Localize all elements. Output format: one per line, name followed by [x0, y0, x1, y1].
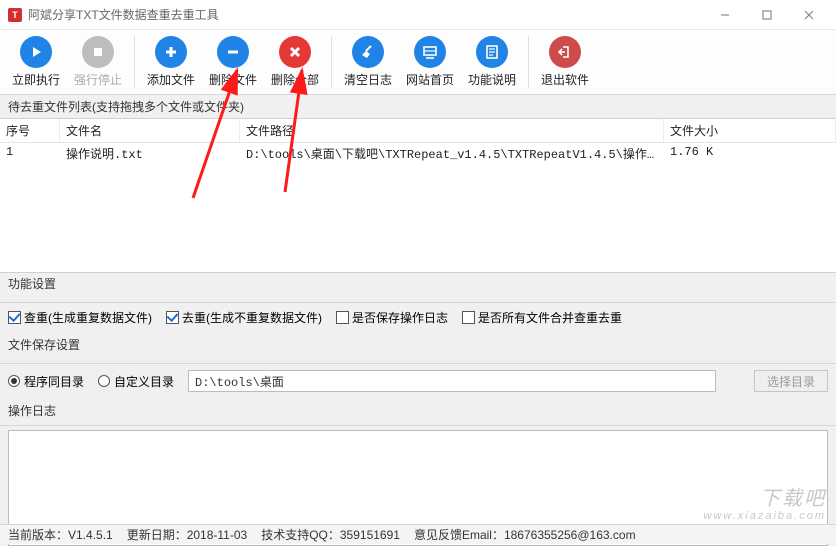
document-icon [476, 36, 508, 68]
radio-icon [98, 375, 110, 387]
toolbar-separator [528, 36, 529, 88]
exit-icon [549, 36, 581, 68]
homepage-label: 网站首页 [406, 71, 454, 88]
stop-icon [82, 36, 114, 68]
exit-button[interactable]: 退出软件 [535, 34, 595, 90]
add-label: 添加文件 [147, 71, 195, 88]
log-group: 操作日志 [0, 398, 836, 425]
window-title: 阿斌分享TXT文件数据查重去重工具 [28, 6, 704, 23]
file-list-header: 序号 文件名 文件路径 文件大小 [0, 119, 836, 143]
statusbar: 当前版本：V1.4.5.1 更新日期：2018-11-03 技术支持QQ：359… [0, 524, 836, 544]
run-button[interactable]: 立即执行 [6, 34, 66, 90]
checkbox-label: 查重(生成重复数据文件) [24, 309, 152, 326]
save-settings-title: 文件保存设置 [8, 336, 828, 353]
cell-path: D:\tools\桌面\下载吧\TXTRepeat_v1.4.5\TXTRepe… [240, 143, 664, 164]
radio-icon [8, 375, 20, 387]
toolbar-separator [134, 36, 135, 88]
status-email: 意见反馈Email：18676355256@163.com [414, 526, 636, 543]
window-controls [704, 0, 830, 30]
cross-icon [279, 36, 311, 68]
col-header-index[interactable]: 序号 [0, 119, 60, 142]
radio-custom-dir[interactable]: 自定义目录 [98, 373, 174, 390]
status-version: 当前版本：V1.4.5.1 [8, 526, 113, 543]
broom-icon [352, 36, 384, 68]
plus-icon [155, 36, 187, 68]
checkbox-duplicate[interactable]: 查重(生成重复数据文件) [8, 309, 152, 326]
checkbox-icon [336, 311, 349, 324]
remove-file-button[interactable]: 删除文件 [203, 34, 263, 90]
play-icon [20, 36, 52, 68]
cell-index: 1 [0, 143, 60, 164]
maximize-button[interactable] [746, 0, 788, 30]
run-label: 立即执行 [12, 71, 60, 88]
checkbox-label: 是否保存操作日志 [352, 309, 448, 326]
function-settings-row: 查重(生成重复数据文件) 去重(生成不重复数据文件) 是否保存操作日志 是否所有… [0, 303, 836, 332]
col-header-size[interactable]: 文件大小 [664, 119, 836, 142]
status-qq: 技术支持QQ：359151691 [261, 526, 400, 543]
add-file-button[interactable]: 添加文件 [141, 34, 201, 90]
clear-log-label: 清空日志 [344, 71, 392, 88]
save-settings-row: 程序同目录 自定义目录 D:\tools\桌面 选择目录 [0, 364, 836, 398]
status-date: 更新日期：2018-11-03 [127, 526, 248, 543]
checkbox-icon [462, 311, 475, 324]
monitor-icon [414, 36, 446, 68]
toolbar: 立即执行 强行停止 添加文件 删除文件 删除全部 清空日志 网站首页 功能说明 … [0, 30, 836, 95]
close-button[interactable] [788, 0, 830, 30]
homepage-button[interactable]: 网站首页 [400, 34, 460, 90]
choose-dir-button[interactable]: 选择目录 [754, 370, 828, 392]
remove-all-label: 删除全部 [271, 71, 319, 88]
checkbox-icon [8, 311, 21, 324]
file-list-caption: 待去重文件列表(支持拖拽多个文件或文件夹) [0, 95, 836, 118]
stop-label: 强行停止 [74, 71, 122, 88]
app-icon: T [8, 8, 22, 22]
exit-label: 退出软件 [541, 71, 589, 88]
radio-label: 程序同目录 [24, 373, 84, 390]
col-header-name[interactable]: 文件名 [60, 119, 240, 142]
cell-size: 1.76 K [664, 143, 836, 164]
checkbox-label: 是否所有文件合并查重去重 [478, 309, 622, 326]
remove-all-button[interactable]: 删除全部 [265, 34, 325, 90]
help-button[interactable]: 功能说明 [462, 34, 522, 90]
save-settings-group: 文件保存设置 [0, 332, 836, 363]
checkbox-save-log[interactable]: 是否保存操作日志 [336, 309, 448, 326]
log-title: 操作日志 [8, 402, 828, 419]
checkbox-label: 去重(生成不重复数据文件) [182, 309, 322, 326]
cell-name: 操作说明.txt [60, 143, 240, 164]
file-list[interactable]: 序号 文件名 文件路径 文件大小 1 操作说明.txt D:\tools\桌面\… [0, 118, 836, 273]
function-settings-group: 功能设置 [0, 273, 836, 302]
remove-label: 删除文件 [209, 71, 257, 88]
clear-log-button[interactable]: 清空日志 [338, 34, 398, 90]
table-row[interactable]: 1 操作说明.txt D:\tools\桌面\下载吧\TXTRepeat_v1.… [0, 143, 836, 164]
titlebar: T 阿斌分享TXT文件数据查重去重工具 [0, 0, 836, 30]
checkbox-dedup[interactable]: 去重(生成不重复数据文件) [166, 309, 322, 326]
radio-label: 自定义目录 [114, 373, 174, 390]
help-label: 功能说明 [468, 71, 516, 88]
minimize-button[interactable] [704, 0, 746, 30]
col-header-path[interactable]: 文件路径 [240, 119, 664, 142]
path-value: D:\tools\桌面 [195, 373, 284, 390]
choose-dir-label: 选择目录 [767, 373, 815, 390]
checkbox-icon [166, 311, 179, 324]
stop-button[interactable]: 强行停止 [68, 34, 128, 90]
path-input[interactable]: D:\tools\桌面 [188, 370, 716, 392]
checkbox-merge-all[interactable]: 是否所有文件合并查重去重 [462, 309, 622, 326]
radio-same-dir[interactable]: 程序同目录 [8, 373, 84, 390]
toolbar-separator [331, 36, 332, 88]
function-settings-title: 功能设置 [8, 275, 828, 292]
minus-icon [217, 36, 249, 68]
